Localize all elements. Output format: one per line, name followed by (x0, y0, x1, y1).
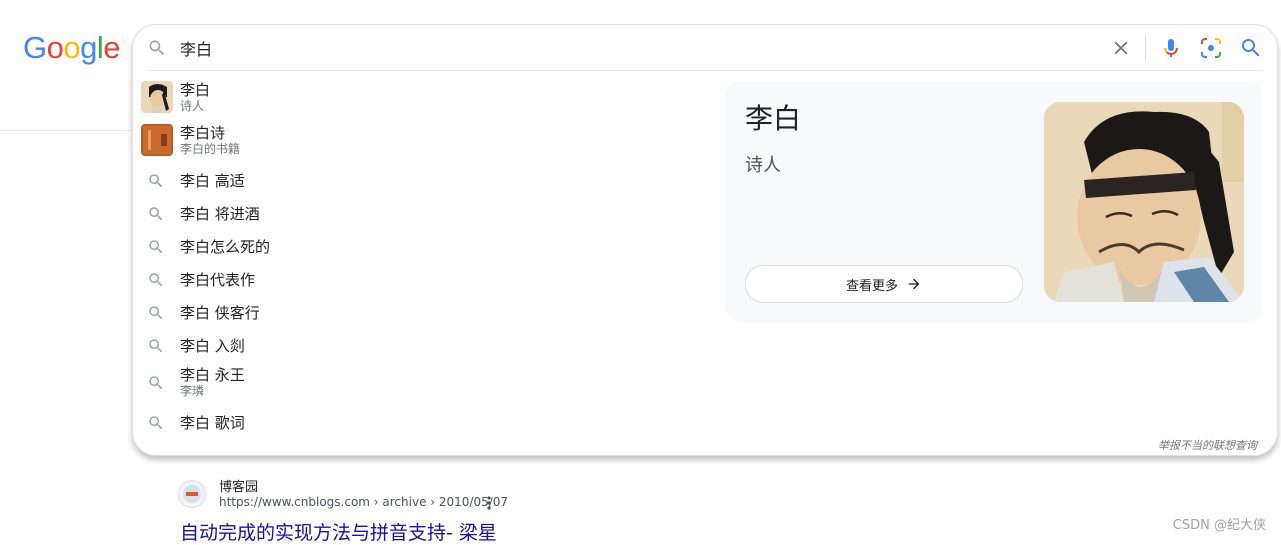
see-more-button[interactable]: 查看更多 (745, 265, 1023, 303)
suggestion-label: 李白 (180, 81, 211, 99)
suggestion-item[interactable]: 李白 入剡 (133, 334, 713, 358)
suggestion-item-person[interactable]: 李白 诗人 (133, 81, 713, 115)
suggestion-item[interactable]: 李白 高适 (133, 169, 713, 193)
suggestion-item[interactable]: 李白 歌词 (133, 411, 713, 435)
suggestion-label: 李白 永王 (180, 366, 245, 384)
logo-letter: o (46, 30, 64, 65)
suggestion-label: 李白 将进酒 (180, 205, 260, 223)
search-divider (1145, 35, 1146, 61)
report-inappropriate-link[interactable]: 举报不当的联想查询 (1158, 437, 1257, 453)
search-icon (149, 339, 163, 353)
site-favicon (178, 480, 206, 508)
search-icon (149, 416, 163, 430)
search-icon (149, 207, 163, 221)
suggestion-item[interactable]: 李白代表作 (133, 268, 713, 292)
knowledge-card-title: 李白 (745, 102, 802, 135)
result-title-link[interactable]: 自动完成的实现方法与拼音支持- 梁星 (180, 518, 497, 545)
suggestion-sublabel: 李白的书籍 (180, 142, 241, 156)
result-url[interactable]: https://www.cnblogs.com › archive › 2010… (219, 495, 508, 509)
suggestion-item-book[interactable]: 李白诗 李白的书籍 (133, 124, 713, 158)
more-options-icon[interactable] (483, 495, 495, 511)
logo-letter: g (80, 30, 97, 65)
suggestion-label: 李白代表作 (180, 271, 256, 289)
suggestion-item[interactable]: 李白 永王 李璘 (133, 366, 713, 400)
search-submit-icon[interactable] (1239, 36, 1263, 60)
see-more-label: 查看更多 (845, 278, 898, 294)
search-icon (149, 306, 163, 320)
search-bar (133, 25, 1277, 71)
arrow-right-icon (908, 278, 920, 290)
google-lens-icon[interactable] (1199, 36, 1223, 60)
logo-letter: G (23, 30, 47, 65)
logo-letter: e (103, 30, 121, 65)
watermark: CSDN @纪大侠 (1172, 518, 1266, 533)
suggestion-sublabel: 李璘 (180, 384, 205, 398)
search-icon (149, 40, 165, 56)
suggestion-label: 李白怎么死的 (180, 238, 271, 256)
search-icon (149, 240, 163, 254)
suggestion-label: 李白 高适 (180, 172, 245, 190)
suggestion-item[interactable]: 李白 侠客行 (133, 301, 713, 325)
clear-icon[interactable] (1110, 37, 1132, 59)
suggestion-label: 李白 歌词 (180, 414, 245, 432)
suggestion-label: 李白 入剡 (180, 337, 245, 355)
panel-divider (147, 70, 1263, 71)
suggestion-item[interactable]: 李白怎么死的 (133, 235, 713, 259)
microphone-icon[interactable] (1159, 36, 1183, 60)
search-suggestion-panel: 李白 诗人 李白诗 李白的书籍 李白 高适 李白 将进酒 李白怎么死的 李白代表… (132, 24, 1278, 456)
knowledge-card-subtitle: 诗人 (745, 155, 781, 176)
search-icon (149, 273, 163, 287)
knowledge-card[interactable]: 李白 诗人 查看更多 (725, 82, 1263, 322)
suggestion-label: 李白 侠客行 (180, 304, 260, 322)
result-site-name[interactable]: 博客园 (219, 476, 258, 495)
suggestion-item[interactable]: 李白 将进酒 (133, 202, 713, 226)
header-divider (0, 130, 140, 131)
search-icon (149, 174, 163, 188)
book-thumbnail (141, 124, 173, 156)
suggestion-sublabel: 诗人 (180, 99, 205, 113)
search-icon (149, 376, 163, 390)
suggestion-label: 李白诗 (180, 124, 226, 142)
li-bai-portrait (1044, 102, 1244, 302)
logo-letter: o (63, 30, 81, 65)
search-input[interactable] (180, 34, 1080, 62)
google-logo[interactable]: Google (23, 30, 121, 66)
li-bai-thumbnail (141, 81, 173, 113)
